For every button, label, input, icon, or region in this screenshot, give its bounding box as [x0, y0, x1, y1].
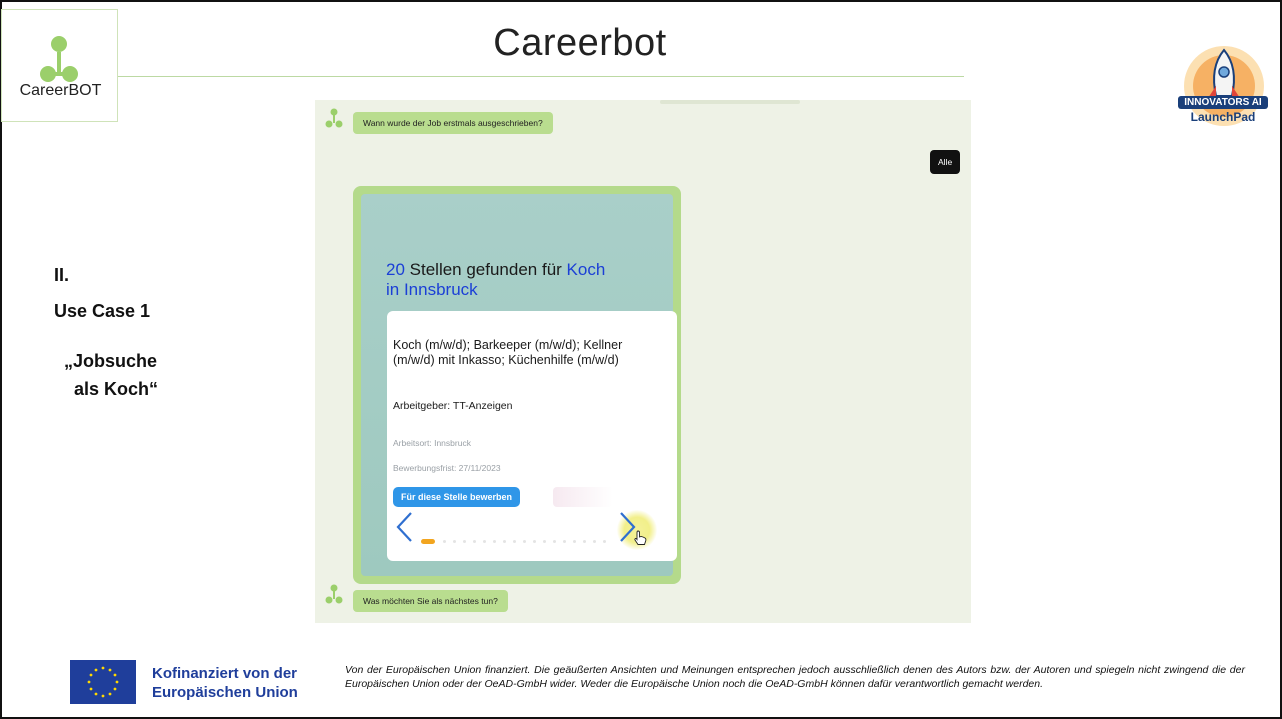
- bot-message: Was möchten Sie als nächstes tun?: [353, 590, 508, 612]
- pagination-dot[interactable]: [513, 540, 516, 543]
- page-title: Careerbot: [493, 22, 667, 64]
- disclaimer-text: Von der Europäischen Union finanziert. D…: [345, 664, 1245, 690]
- pagination-dot[interactable]: [603, 540, 606, 543]
- job-location: Arbeitsort: Innsbruck: [393, 438, 471, 448]
- section-number: II.: [54, 265, 70, 285]
- result-location: in Innsbruck: [386, 280, 478, 299]
- pagination-dot-active[interactable]: [421, 539, 435, 544]
- pagination-dot[interactable]: [463, 540, 466, 543]
- innovators-launchpad-rocket-icon: [1182, 46, 1266, 142]
- use-case-label: Use Case 1: [54, 301, 151, 321]
- job-employer: Arbeitgeber: TT-Anzeigen: [393, 400, 513, 412]
- chevron-left-icon[interactable]: [393, 510, 415, 544]
- careerbot-logo: CareerBOT: [1, 9, 118, 122]
- bot-avatar-icon: [325, 584, 343, 604]
- badge-launchpad-text: LaunchPad: [1190, 110, 1256, 124]
- result-query: Koch: [566, 260, 606, 279]
- pagination-dot[interactable]: [573, 540, 576, 543]
- pagination-dot[interactable]: [553, 540, 556, 543]
- pagination-dot[interactable]: [543, 540, 546, 543]
- title-underline: [118, 76, 964, 77]
- pagination-dot[interactable]: [523, 540, 526, 543]
- use-case-quote-line2: als Koch“: [74, 379, 159, 399]
- job-title: Koch (m/w/d); Barkeeper (m/w/d); Kellner…: [393, 338, 623, 367]
- apply-button[interactable]: Für diese Stelle bewerben: [393, 487, 521, 507]
- bot-message: Wann wurde der Job erstmals ausgeschrieb…: [353, 112, 553, 134]
- pagination-dot[interactable]: [593, 540, 596, 543]
- result-text: Stellen gefunden für: [404, 260, 567, 279]
- chat-window: Wann wurde der Job erstmals ausgeschrieb…: [315, 100, 971, 623]
- user-message: Alle: [930, 150, 961, 174]
- eu-line2: Europäischen Union: [152, 684, 298, 701]
- pagination-dot[interactable]: [583, 540, 586, 543]
- bot-avatar-icon: [325, 108, 343, 128]
- carousel-pagination[interactable]: [421, 539, 641, 545]
- chat-scroll-indicator: [660, 100, 800, 104]
- pagination-dot[interactable]: [533, 540, 536, 543]
- badge-innovators-text: INNOVATORS AI: [1178, 96, 1268, 109]
- pagination-dot[interactable]: [443, 540, 446, 543]
- use-case-quote-line1: „Jobsuche: [64, 351, 158, 371]
- logo-text: CareerBOT: [19, 82, 102, 99]
- pagination-dot[interactable]: [563, 540, 566, 543]
- pagination-dot[interactable]: [453, 540, 456, 543]
- pagination-dot[interactable]: [503, 540, 506, 543]
- apply-button-shadow: [553, 487, 613, 507]
- eu-flag-icon: [70, 660, 136, 704]
- result-count: 20: [386, 260, 405, 279]
- pagination-dot[interactable]: [483, 540, 486, 543]
- eu-cofunding-text: Kofinanziert von der Europäischen Union: [152, 664, 298, 702]
- pagination-dot[interactable]: [473, 540, 476, 543]
- results-heading: 20 Stellen gefunden für Koch in Innsbruck: [386, 260, 666, 300]
- job-deadline: Bewerbungsfrist: 27/11/2023: [393, 463, 501, 473]
- eu-line1: Kofinanziert von der: [152, 665, 298, 682]
- pagination-dot[interactable]: [493, 540, 496, 543]
